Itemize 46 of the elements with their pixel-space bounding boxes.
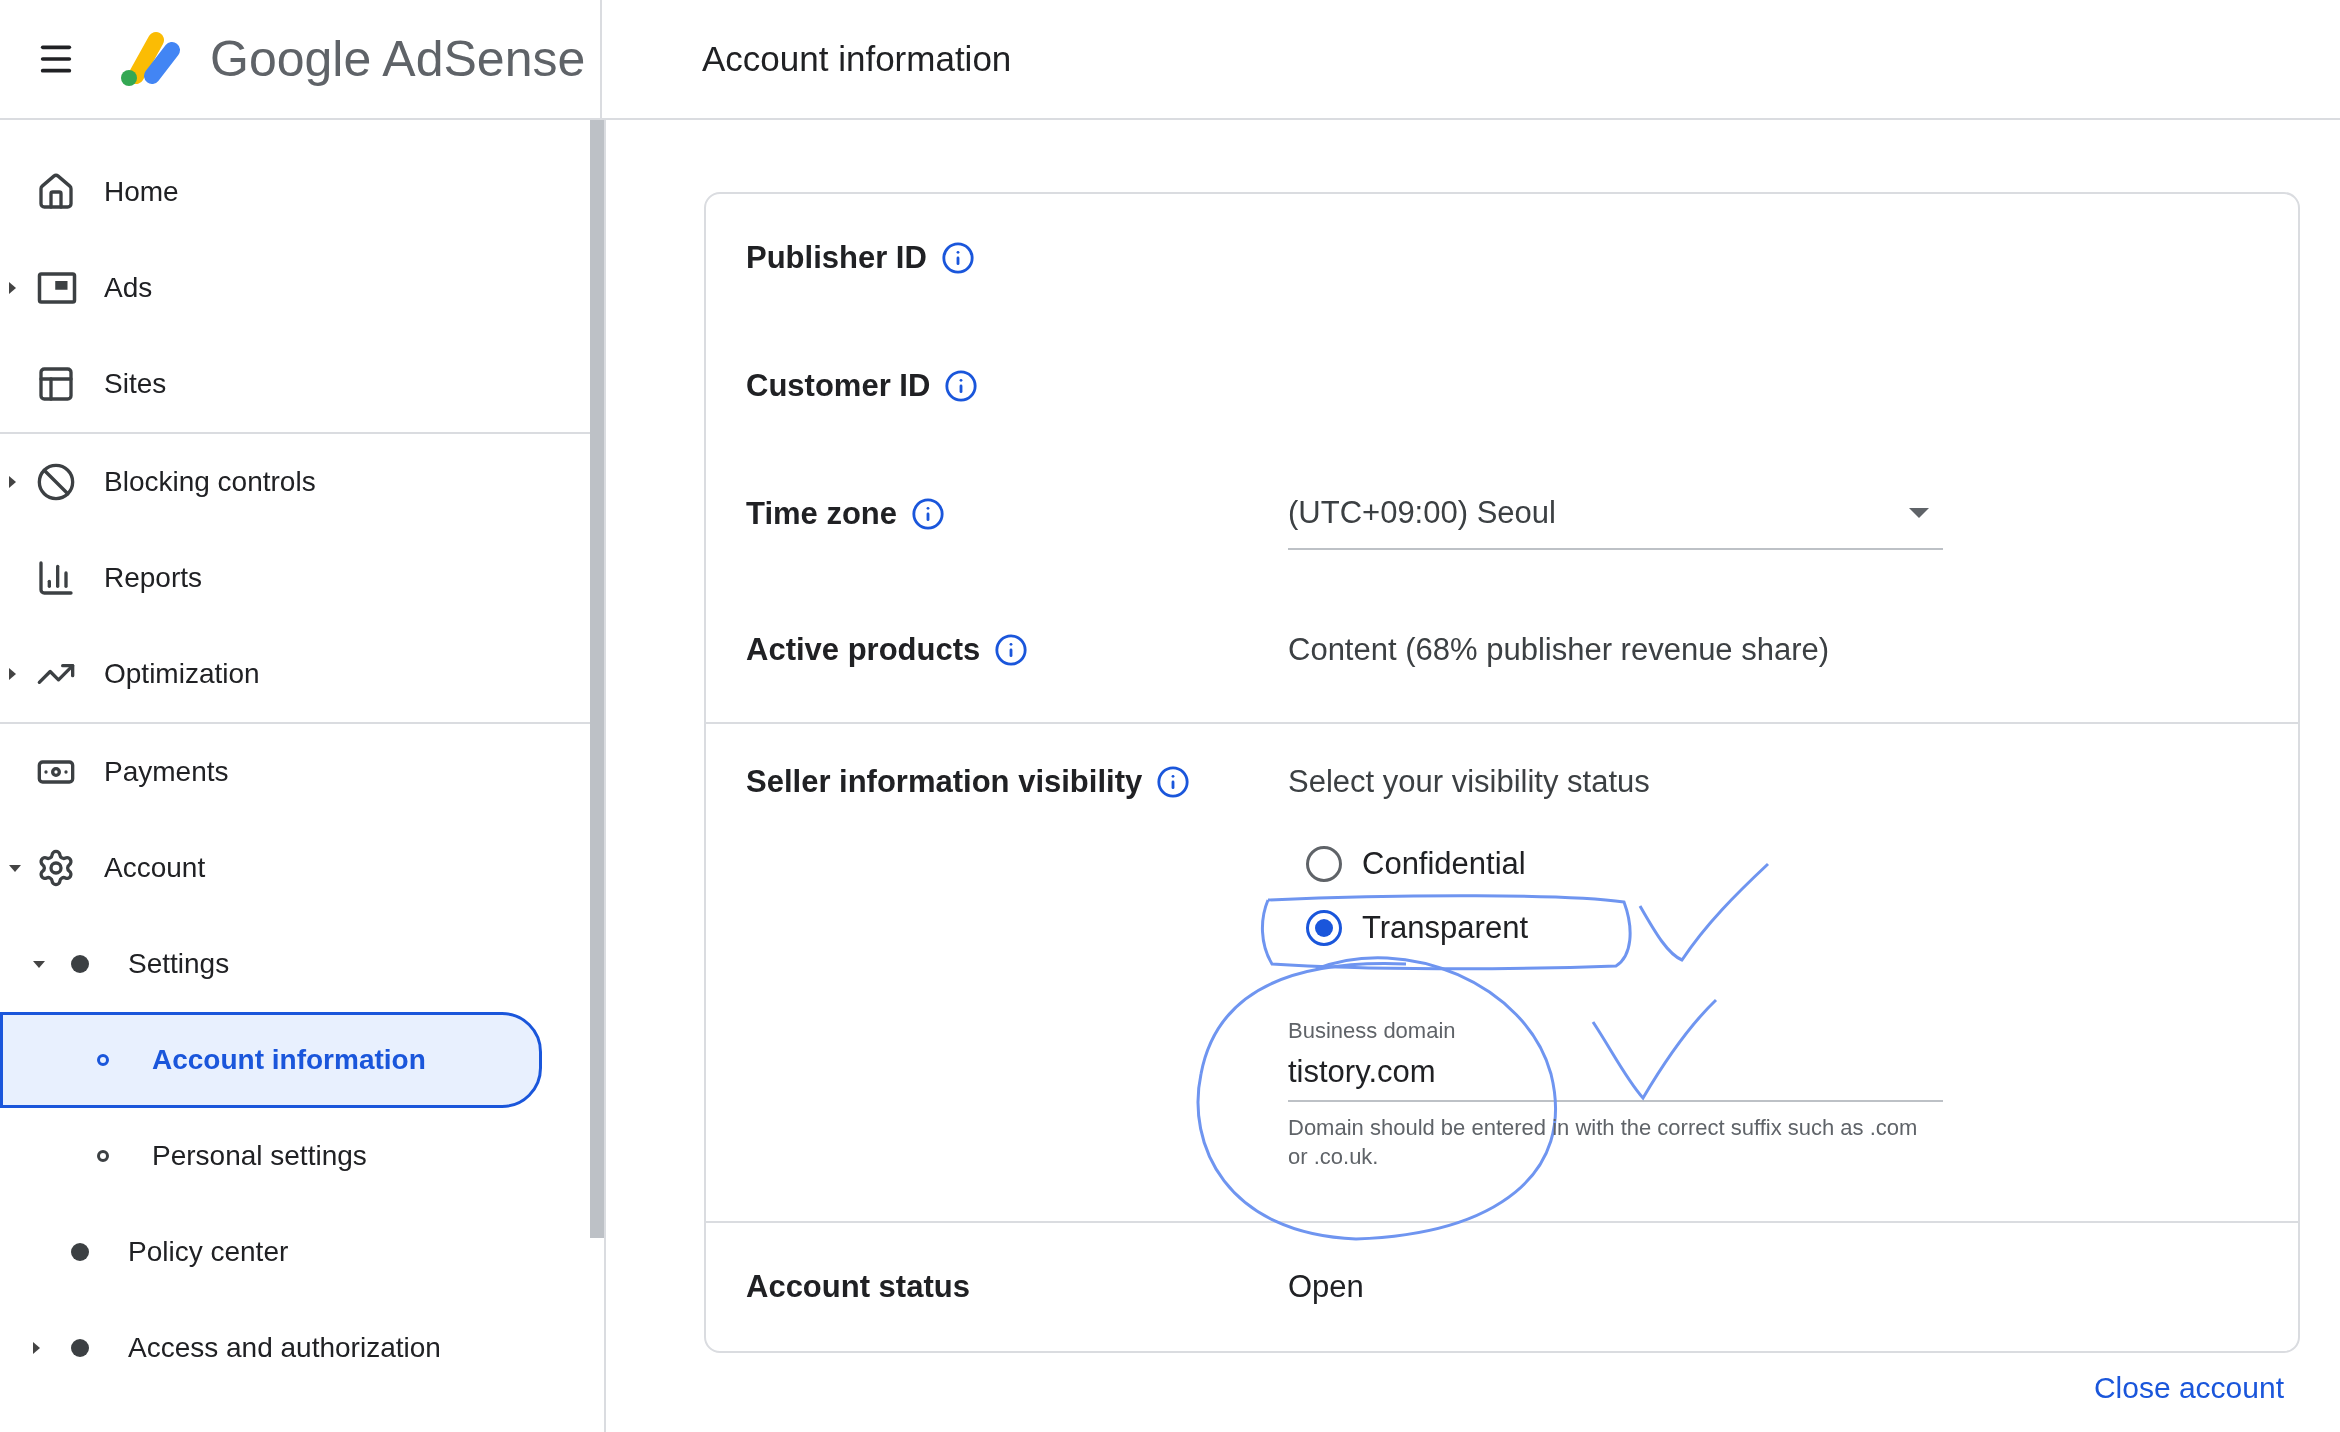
info-icon[interactable] <box>911 497 946 531</box>
block-icon <box>36 462 76 502</box>
nav-item[interactable]: Blocking controls <box>0 434 590 530</box>
nav-item[interactable]: Account <box>0 820 590 916</box>
radio-option[interactable]: Transparent <box>1288 896 1943 960</box>
bullet-icon <box>71 1243 89 1261</box>
field-value: Open <box>1288 1269 1364 1306</box>
nav-item[interactable]: Sites <box>0 336 590 432</box>
field-label: Active products <box>746 632 981 668</box>
visibility-prompt: Select your visibility status <box>1288 764 1651 800</box>
nav-item[interactable]: Settings <box>0 916 590 1012</box>
time-zone-select[interactable]: (UTC+09:00) Seoul <box>1288 478 1943 550</box>
field-label: Customer ID <box>746 368 931 404</box>
field-label: Time zone <box>746 496 898 532</box>
circle-icon <box>97 1054 109 1066</box>
field-value: Content (68% publisher revenue share) <box>1288 632 1830 668</box>
nav-item[interactable]: Optimization <box>0 626 590 722</box>
nav-item[interactable]: Personal settings <box>0 1108 590 1204</box>
nav-item[interactable]: Reports <box>0 530 590 626</box>
radio-option[interactable]: Confidential <box>1288 832 1943 896</box>
bullet-icon <box>71 1339 89 1357</box>
settings-icon <box>36 848 76 888</box>
scrollbar[interactable] <box>590 120 604 1238</box>
nav-item[interactable]: Policy center <box>0 1204 590 1300</box>
nav-item[interactable]: Account information <box>0 1012 542 1108</box>
field-label: Account status <box>746 1269 970 1306</box>
info-icon[interactable] <box>940 241 975 275</box>
info-icon[interactable] <box>1156 765 1191 799</box>
domain-input[interactable]: tistory.com <box>1288 1054 1943 1090</box>
dropdown-arrow-icon <box>1909 508 1929 518</box>
nav-item[interactable]: Access and authorization <box>0 1300 590 1396</box>
close-account-link[interactable]: Close account <box>2093 1371 2284 1406</box>
home-icon <box>36 172 76 212</box>
brand-name: Google AdSense <box>210 30 586 88</box>
bullet-icon <box>71 955 89 973</box>
info-icon[interactable] <box>994 633 1029 667</box>
layout-icon <box>36 364 76 404</box>
circle-icon <box>97 1150 109 1162</box>
page-title: Account information <box>702 39 1012 79</box>
field-label: Business domain <box>1288 1018 1457 1044</box>
nav-item[interactable]: Payments <box>0 724 590 820</box>
nav-item[interactable]: Home <box>0 144 590 240</box>
field-label: Seller information visibility <box>746 764 1143 800</box>
field-label: Publisher ID <box>746 240 927 276</box>
info-icon[interactable] <box>944 369 979 403</box>
nav-item[interactable]: Ads <box>0 240 590 336</box>
